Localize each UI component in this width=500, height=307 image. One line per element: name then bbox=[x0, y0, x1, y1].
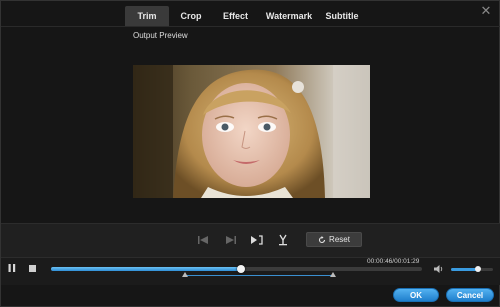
video-preview bbox=[133, 65, 370, 198]
cancel-button[interactable]: Cancel bbox=[446, 288, 494, 302]
volume-level bbox=[451, 268, 479, 271]
reset-icon bbox=[319, 235, 326, 243]
reset-label: Reset bbox=[329, 235, 350, 244]
pause-icon[interactable] bbox=[7, 263, 17, 273]
header-divider bbox=[1, 26, 500, 27]
close-icon[interactable]: ✕ bbox=[479, 4, 493, 18]
skip-to-start-icon[interactable] bbox=[195, 234, 211, 246]
seek-progress bbox=[51, 267, 242, 271]
time-display: 00:00:46/00:01:29 bbox=[367, 258, 420, 265]
volume-icon[interactable] bbox=[433, 264, 444, 274]
tab-subtitle[interactable]: Subtitle bbox=[320, 6, 364, 26]
split-icon[interactable] bbox=[275, 234, 291, 246]
mark-frame-icon[interactable] bbox=[249, 234, 265, 246]
tab-effect[interactable]: Effect bbox=[213, 6, 258, 26]
trim-end-handle[interactable] bbox=[329, 272, 336, 277]
tab-crop[interactable]: Crop bbox=[169, 6, 213, 26]
video-frame-image bbox=[133, 65, 370, 198]
trim-editor-window: ✕ Trim Crop Effect Watermark Subtitle Ou… bbox=[0, 0, 500, 307]
editor-tabs: Trim Crop Effect Watermark Subtitle bbox=[125, 6, 364, 26]
volume-slider[interactable] bbox=[451, 268, 493, 271]
tab-watermark[interactable]: Watermark bbox=[258, 6, 320, 26]
trim-start-handle[interactable] bbox=[181, 272, 188, 277]
tab-trim[interactable]: Trim bbox=[125, 6, 169, 26]
reset-button[interactable]: Reset bbox=[306, 232, 362, 247]
stop-icon[interactable] bbox=[29, 265, 36, 272]
trim-range bbox=[184, 273, 333, 276]
skip-to-end-icon[interactable] bbox=[223, 234, 239, 246]
output-preview-label: Output Preview bbox=[133, 31, 188, 40]
player-controls-bar bbox=[1, 257, 500, 285]
ok-button[interactable]: OK bbox=[393, 288, 439, 302]
